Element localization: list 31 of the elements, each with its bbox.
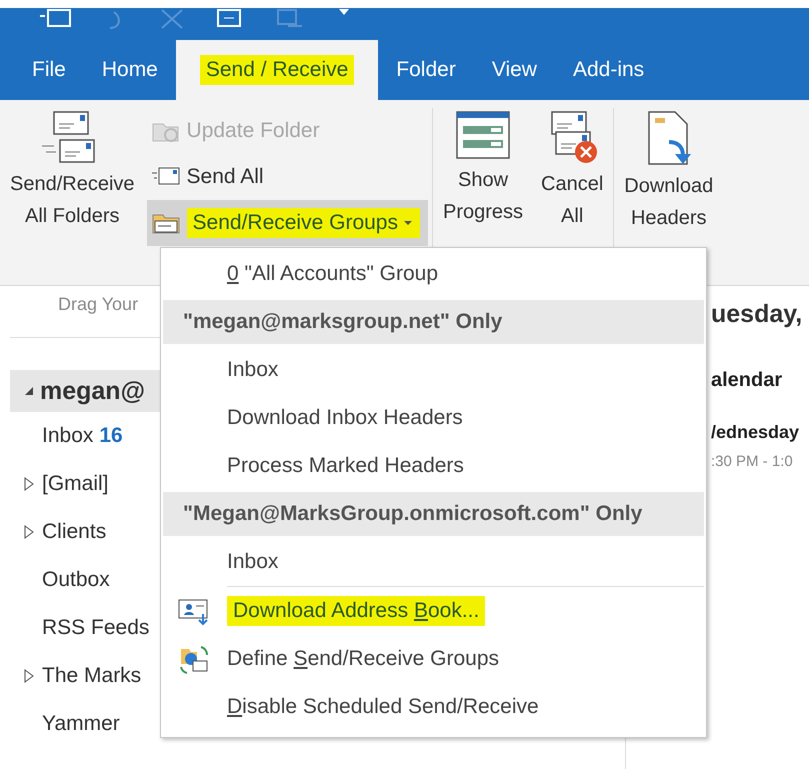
account-name: megan@ — [40, 376, 145, 406]
ribbon-tab[interactable]: Add-ins — [554, 40, 662, 100]
menu-item[interactable]: Disable Scheduled Send/Receive — [161, 683, 706, 731]
sync-folders-icon — [177, 643, 211, 675]
ribbon-tab[interactable]: File — [14, 40, 84, 100]
collapse-icon — [24, 386, 34, 396]
ribbon-button[interactable]: Send All — [146, 154, 428, 200]
date-heading: /ednesday — [711, 422, 800, 443]
ribbon-button[interactable]: Show Progress — [436, 108, 530, 250]
expand-icon — [24, 477, 34, 491]
menu-section-header: "megan@marksgroup.net" Only — [163, 300, 704, 344]
expand-icon — [24, 525, 34, 539]
ribbon-tab[interactable]: Send / Receive — [176, 40, 378, 100]
window-icon[interactable] — [216, 8, 244, 30]
menu-item[interactable]: Define Send/Receive Groups — [161, 635, 706, 683]
ribbon-tab[interactable]: Home — [84, 40, 176, 100]
ribbon-tab[interactable]: View — [474, 40, 555, 100]
day-heading: uesday, — [711, 300, 802, 329]
envelope-icon[interactable] — [40, 8, 74, 30]
ribbon-tab[interactable]: Folder — [378, 40, 474, 100]
menu-item[interactable]: Download Address Book... — [161, 587, 706, 635]
ribbon-button[interactable]: Send/Receive Groups — [146, 200, 428, 246]
menu-item[interactable]: Process Marked Headers — [161, 442, 706, 490]
menu-section-header: "Megan@MarksGroup.onmicrosoft.com" Only — [163, 492, 704, 536]
event-time: :30 PM - 1:0 — [711, 453, 794, 470]
calendar-title: alendar — [711, 369, 784, 392]
ribbon-button[interactable]: Download Headers — [618, 108, 720, 250]
ribbon-button[interactable]: Cancel All — [535, 108, 610, 250]
menu-item[interactable]: Inbox — [161, 538, 706, 586]
send-receive-all-button[interactable]: Send/Receive All Folders — [4, 108, 141, 250]
expand-icon — [24, 669, 34, 683]
